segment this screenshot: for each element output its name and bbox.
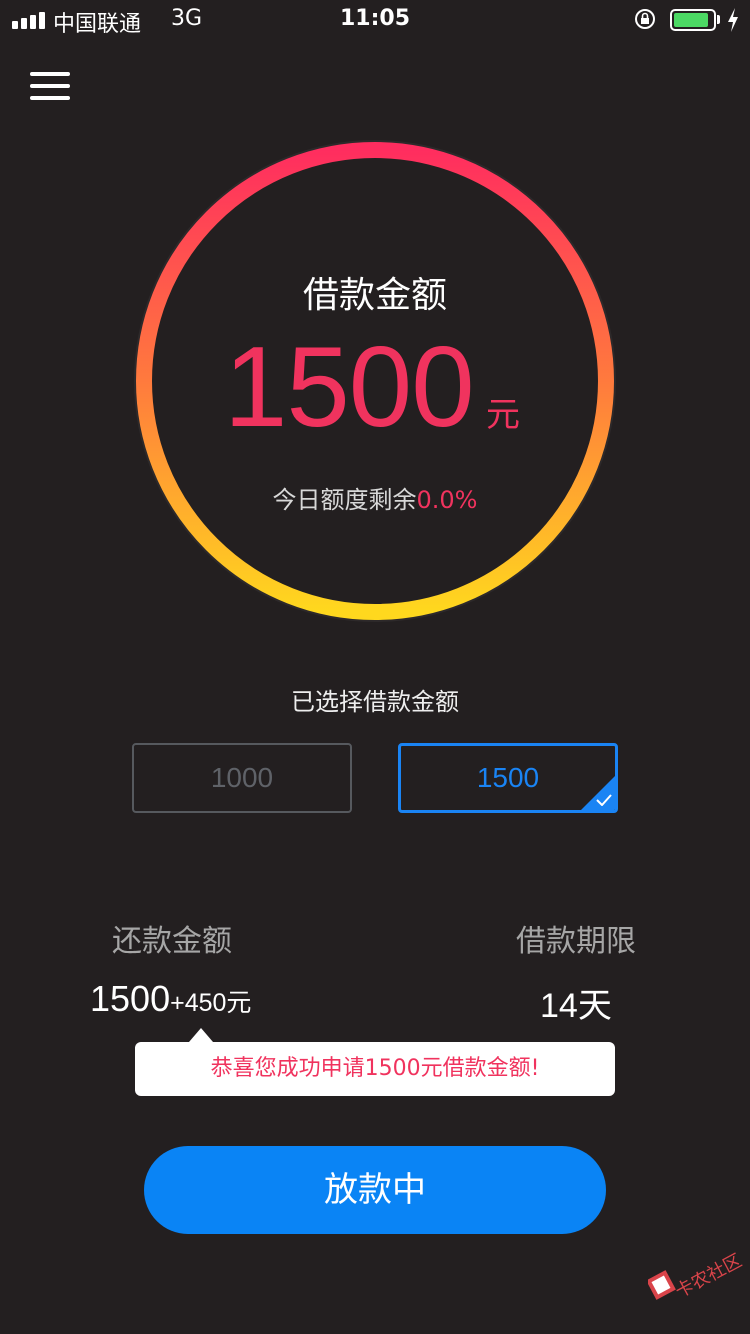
charging-bolt-icon [728, 8, 738, 32]
checkmark-icon [596, 794, 612, 806]
amount-option-1000[interactable]: 1000 [132, 743, 352, 813]
loan-term-value: 14天 [540, 987, 612, 1025]
remaining-quota-label: 今日额度剩余 [272, 486, 417, 514]
repayment-amount-label: 还款金额 [112, 924, 232, 959]
remaining-quota-value: 0.0% [416, 486, 478, 514]
repayment-amount-value: 1500+450元 [90, 978, 251, 1020]
hamburger-menu-icon[interactable] [28, 70, 72, 102]
remaining-quota: 今日额度剩余0.0% [0, 480, 750, 515]
repayment-principal: 1500 [90, 978, 171, 1019]
orientation-lock-icon [635, 9, 655, 29]
loan-amount-unit: 元 [486, 395, 520, 435]
amount-option-1500[interactable]: 1500 [398, 743, 618, 813]
disbursing-button[interactable]: 放款中 [144, 1146, 606, 1234]
selected-amount-label: 已选择借款金额 [291, 688, 459, 716]
amount-option-label: 1500 [476, 762, 540, 793]
loan-term-label: 借款期限 [516, 924, 636, 959]
status-bar: 中国联通 3G 11:05 [0, 0, 750, 42]
battery-icon [670, 9, 716, 31]
success-tooltip: 恭喜您成功申请1500元借款金额! [135, 1042, 615, 1096]
repayment-interest: +450元 [170, 989, 252, 1017]
loan-amount-title: 借款金额 [302, 275, 447, 316]
loan-amount-value: 1500 [224, 324, 475, 451]
tooltip-arrow [189, 1028, 213, 1042]
